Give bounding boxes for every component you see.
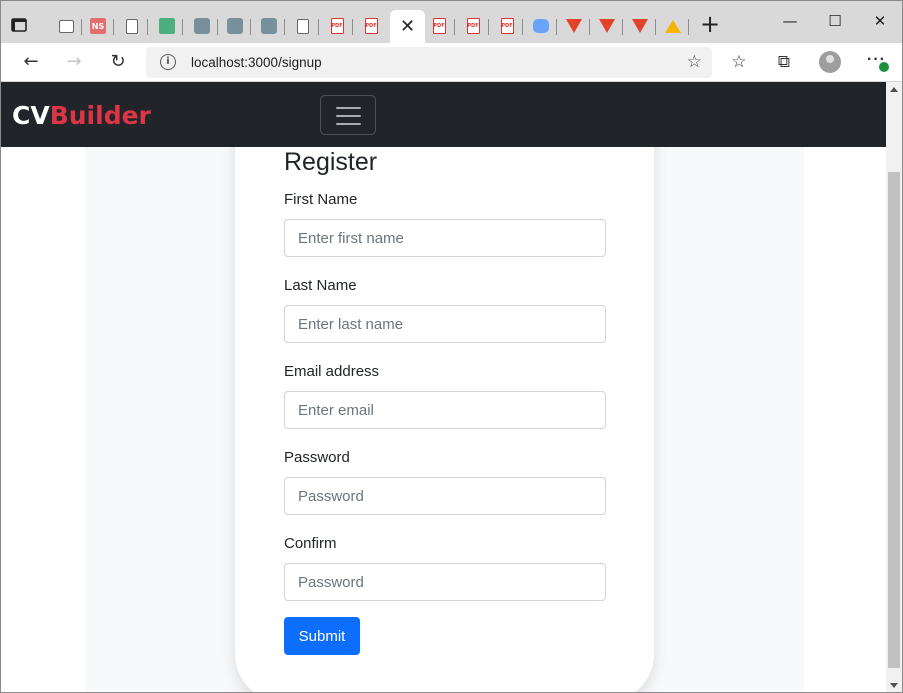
pdf-icon: PDF <box>330 18 344 34</box>
pdf-icon: PDF <box>432 18 446 34</box>
tab-doc[interactable] <box>116 14 148 38</box>
form-title: Register <box>284 148 378 176</box>
ns-icon: NS <box>90 18 106 34</box>
scroll-down-icon[interactable] <box>890 683 898 688</box>
address-bar[interactable]: i localhost:3000/signup ☆ <box>146 47 712 78</box>
email-label: Email address <box>284 363 380 380</box>
tab-pdf-1[interactable]: PDF <box>321 14 353 38</box>
last-name-input[interactable] <box>284 305 606 343</box>
tab-zoom[interactable] <box>525 14 557 38</box>
browser-toolbar: ← → ↻ i localhost:3000/signup ☆ ☆ ⧉ ··· <box>1 43 902 82</box>
brand-cv: CV <box>12 101 50 130</box>
close-tab-icon[interactable]: ✕ <box>400 16 415 37</box>
react-icon <box>194 18 210 34</box>
forward-arrow-icon[interactable]: → <box>63 51 85 73</box>
navbar-toggler-button[interactable] <box>320 95 376 135</box>
tab-pdf-2[interactable]: PDF <box>355 14 387 38</box>
tab-dashboard[interactable] <box>50 14 82 38</box>
tab-drive[interactable] <box>657 14 689 38</box>
close-window-button[interactable]: ✕ <box>870 11 890 31</box>
green-app-icon <box>159 18 175 34</box>
tab-strip: NS PDF PDF ✕ PDF PDF PDF + — ☐ ✕ <box>1 1 902 43</box>
collections-icon[interactable]: ⧉ <box>773 51 795 73</box>
back-arrow-icon[interactable]: ← <box>20 51 42 73</box>
pdf-icon: PDF <box>364 18 378 34</box>
app-navbar: CVBuilder <box>1 82 886 147</box>
gitlab-icon <box>632 19 648 33</box>
brand-logo[interactable]: CVBuilder <box>12 101 151 130</box>
submit-button[interactable]: Submit <box>284 617 360 655</box>
doc-icon <box>126 18 138 34</box>
tab-green-app[interactable] <box>151 14 183 38</box>
tab-pdf-3[interactable]: PDF <box>423 14 455 38</box>
confirm-label: Confirm <box>284 535 337 552</box>
tab-react-2[interactable] <box>219 14 251 38</box>
profile-avatar[interactable] <box>819 51 841 73</box>
dashboard-icon <box>58 19 74 33</box>
tab-actions-icon[interactable] <box>9 15 29 35</box>
tab-pdf-5[interactable]: PDF <box>491 14 523 38</box>
new-tab-button[interactable]: + <box>698 12 722 36</box>
doc-settings-icon <box>297 18 309 34</box>
scroll-up-icon[interactable] <box>890 87 898 92</box>
gitlab-icon <box>566 19 582 33</box>
tab-gitlab-1[interactable] <box>558 14 590 38</box>
tab-active[interactable]: ✕ <box>390 10 425 43</box>
minimize-button[interactable]: — <box>780 11 800 31</box>
brand-builder: Builder <box>49 101 151 130</box>
last-name-label: Last Name <box>284 277 357 294</box>
password-label: Password <box>284 449 350 466</box>
react-icon <box>227 18 243 34</box>
site-info-icon[interactable]: i <box>160 54 176 70</box>
page-scrollbar[interactable] <box>886 82 902 692</box>
hamburger-icon <box>336 107 361 109</box>
tab-pdf-4[interactable]: PDF <box>457 14 489 38</box>
first-name-input[interactable] <box>284 219 606 257</box>
tab-react-1[interactable] <box>186 14 218 38</box>
page-viewport: CVBuilder Register First Name Last Name … <box>1 82 886 692</box>
tab-gitlab-2[interactable] <box>591 14 623 38</box>
favorites-icon[interactable]: ☆ <box>728 51 750 73</box>
first-name-label: First Name <box>284 191 358 208</box>
confirm-password-input[interactable] <box>284 563 606 601</box>
update-indicator-icon <box>879 62 889 72</box>
scrollbar-thumb[interactable] <box>888 172 900 668</box>
address-url[interactable]: localhost:3000/signup <box>191 55 322 70</box>
add-favorite-icon[interactable]: ☆ <box>687 52 702 72</box>
react-icon <box>261 18 277 34</box>
gitlab-icon <box>599 19 615 33</box>
tab-react-3[interactable] <box>253 14 285 38</box>
email-input[interactable] <box>284 391 606 429</box>
browser-window: NS PDF PDF ✕ PDF PDF PDF + — ☐ ✕ ← → ↻ i… <box>0 0 903 693</box>
pdf-icon: PDF <box>466 18 480 34</box>
zoom-icon <box>533 19 549 33</box>
maximize-button[interactable]: ☐ <box>825 11 845 31</box>
drive-icon <box>665 19 681 33</box>
tab-doc-settings[interactable] <box>287 14 319 38</box>
tab-gitlab-3[interactable] <box>624 14 656 38</box>
tab-ns[interactable]: NS <box>82 14 114 38</box>
password-input[interactable] <box>284 477 606 515</box>
pdf-icon: PDF <box>500 18 514 34</box>
reload-icon[interactable]: ↻ <box>107 51 129 73</box>
